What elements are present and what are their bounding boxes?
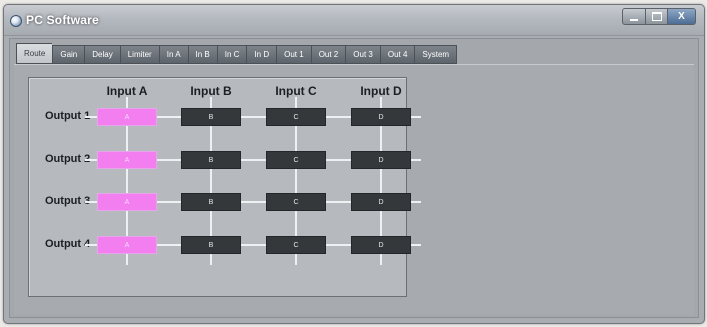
tab-out-2[interactable]: Out 2 bbox=[310, 45, 346, 64]
tab-in-d[interactable]: In D bbox=[246, 45, 277, 64]
tab-out-1[interactable]: Out 1 bbox=[276, 45, 311, 64]
route-cell-output-4-input-c[interactable]: C bbox=[266, 236, 326, 254]
tab-in-a[interactable]: In A bbox=[158, 45, 188, 64]
tab-in-c[interactable]: In C bbox=[216, 45, 247, 64]
tab-in-b[interactable]: In B bbox=[187, 45, 217, 64]
title-bar[interactable]: PC Software X bbox=[4, 5, 704, 36]
window-title: PC Software bbox=[26, 13, 99, 27]
minimize-button[interactable] bbox=[622, 8, 646, 25]
column-header-input-d: Input D bbox=[360, 84, 402, 98]
route-cell-output-4-input-a[interactable]: A bbox=[97, 236, 157, 254]
app-icon bbox=[10, 15, 22, 27]
column-header-input-a: Input A bbox=[106, 84, 148, 98]
route-cell-output-3-input-b[interactable]: B bbox=[181, 193, 241, 211]
close-button[interactable]: X bbox=[668, 8, 696, 25]
route-cell-output-2-input-c[interactable]: C bbox=[266, 151, 326, 169]
tab-out-4[interactable]: Out 4 bbox=[379, 45, 415, 64]
tab-gain[interactable]: Gain bbox=[52, 45, 85, 64]
window-controls: X bbox=[622, 8, 696, 26]
routing-matrix: Input A Input B Input C Input D Output 1ABCD… bbox=[28, 77, 421, 297]
tab-limiter[interactable]: Limiter bbox=[119, 45, 159, 64]
tab-out-3[interactable]: Out 3 bbox=[345, 45, 380, 64]
app-window: PC Software X Route Gain Delay Limiter In AI… bbox=[3, 4, 705, 324]
route-cell-output-1-input-d[interactable]: D bbox=[351, 108, 411, 126]
tab-route[interactable]: Route bbox=[16, 43, 53, 64]
route-cell-output-4-input-b[interactable]: B bbox=[181, 236, 241, 254]
column-header-input-b: Input B bbox=[190, 84, 232, 98]
tab-bar: Route Gain Delay Limiter In A In B In C In D Out… bbox=[16, 43, 458, 64]
route-cell-output-2-input-a[interactable]: A bbox=[97, 151, 157, 169]
tab-delay[interactable]: Delay bbox=[84, 45, 120, 64]
route-panel: Input A Input B Input C Input D Output 1ABCD… bbox=[14, 64, 694, 315]
route-cell-output-3-input-c[interactable]: C bbox=[266, 193, 326, 211]
route-cell-output-2-input-d[interactable]: D bbox=[351, 151, 411, 169]
route-cell-output-1-input-c[interactable]: C bbox=[266, 108, 326, 126]
close-icon: X bbox=[678, 11, 685, 22]
route-cell-output-1-input-b[interactable]: B bbox=[181, 108, 241, 126]
maximize-button[interactable] bbox=[646, 8, 668, 25]
column-header-input-c: Input C bbox=[275, 84, 317, 98]
route-cell-output-1-input-a[interactable]: A bbox=[97, 108, 157, 126]
minimize-icon bbox=[630, 18, 638, 21]
route-cell-output-2-input-b[interactable]: B bbox=[181, 151, 241, 169]
tab-system[interactable]: System bbox=[414, 45, 458, 64]
main-content: Route Gain Delay Limiter In A In B In C In D Out… bbox=[9, 38, 699, 318]
route-cell-output-4-input-d[interactable]: D bbox=[351, 236, 411, 254]
route-cell-output-3-input-d[interactable]: D bbox=[351, 193, 411, 211]
maximize-icon bbox=[651, 12, 662, 21]
route-cell-output-3-input-a[interactable]: A bbox=[97, 193, 157, 211]
